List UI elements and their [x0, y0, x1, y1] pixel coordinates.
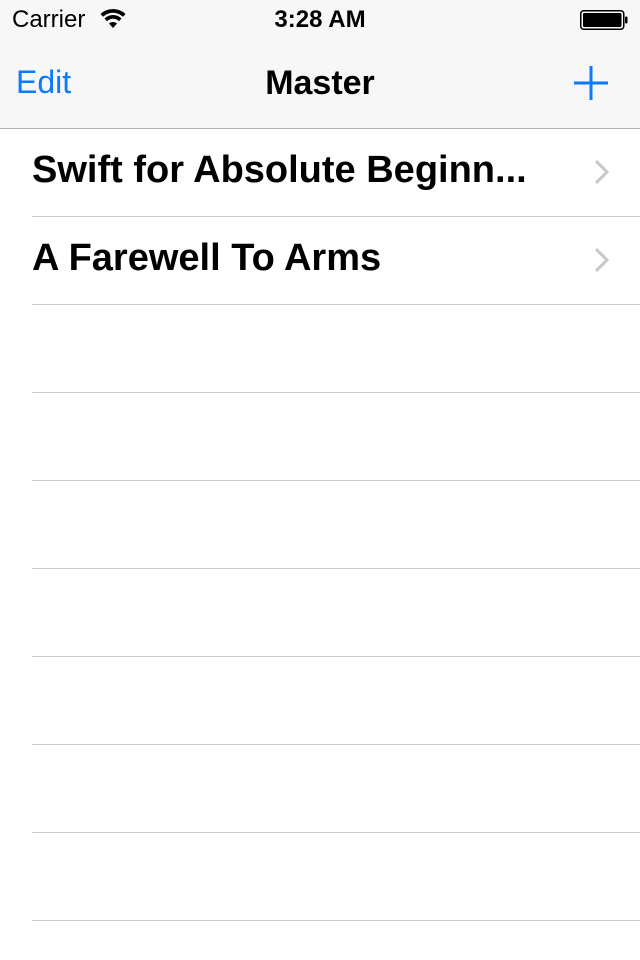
navigation-bar: Edit Master — [0, 40, 640, 129]
master-table: Swift for Absolute Beginn... A Farewell … — [0, 129, 640, 960]
chevron-right-icon — [594, 159, 610, 185]
status-bar: Carrier 3:28 AM — [0, 0, 640, 40]
table-row[interactable]: Swift for Absolute Beginn... — [32, 129, 640, 217]
empty-row — [32, 393, 640, 481]
empty-row — [32, 481, 640, 569]
table-row[interactable]: A Farewell To Arms — [32, 217, 640, 305]
chevron-right-icon — [594, 247, 610, 273]
row-title: Swift for Absolute Beginn... — [32, 149, 527, 191]
empty-row — [32, 833, 640, 921]
status-time: 3:28 AM — [274, 6, 366, 33]
screen: Carrier 3:28 AM Edit Master Swift for Ab… — [0, 0, 640, 960]
battery-icon — [580, 10, 628, 30]
empty-row — [32, 569, 640, 657]
empty-row — [32, 745, 640, 833]
empty-row — [32, 657, 640, 745]
page-title: Master — [265, 64, 375, 102]
empty-row — [32, 305, 640, 393]
row-title: A Farewell To Arms — [32, 237, 382, 279]
plus-icon[interactable] — [572, 64, 610, 102]
